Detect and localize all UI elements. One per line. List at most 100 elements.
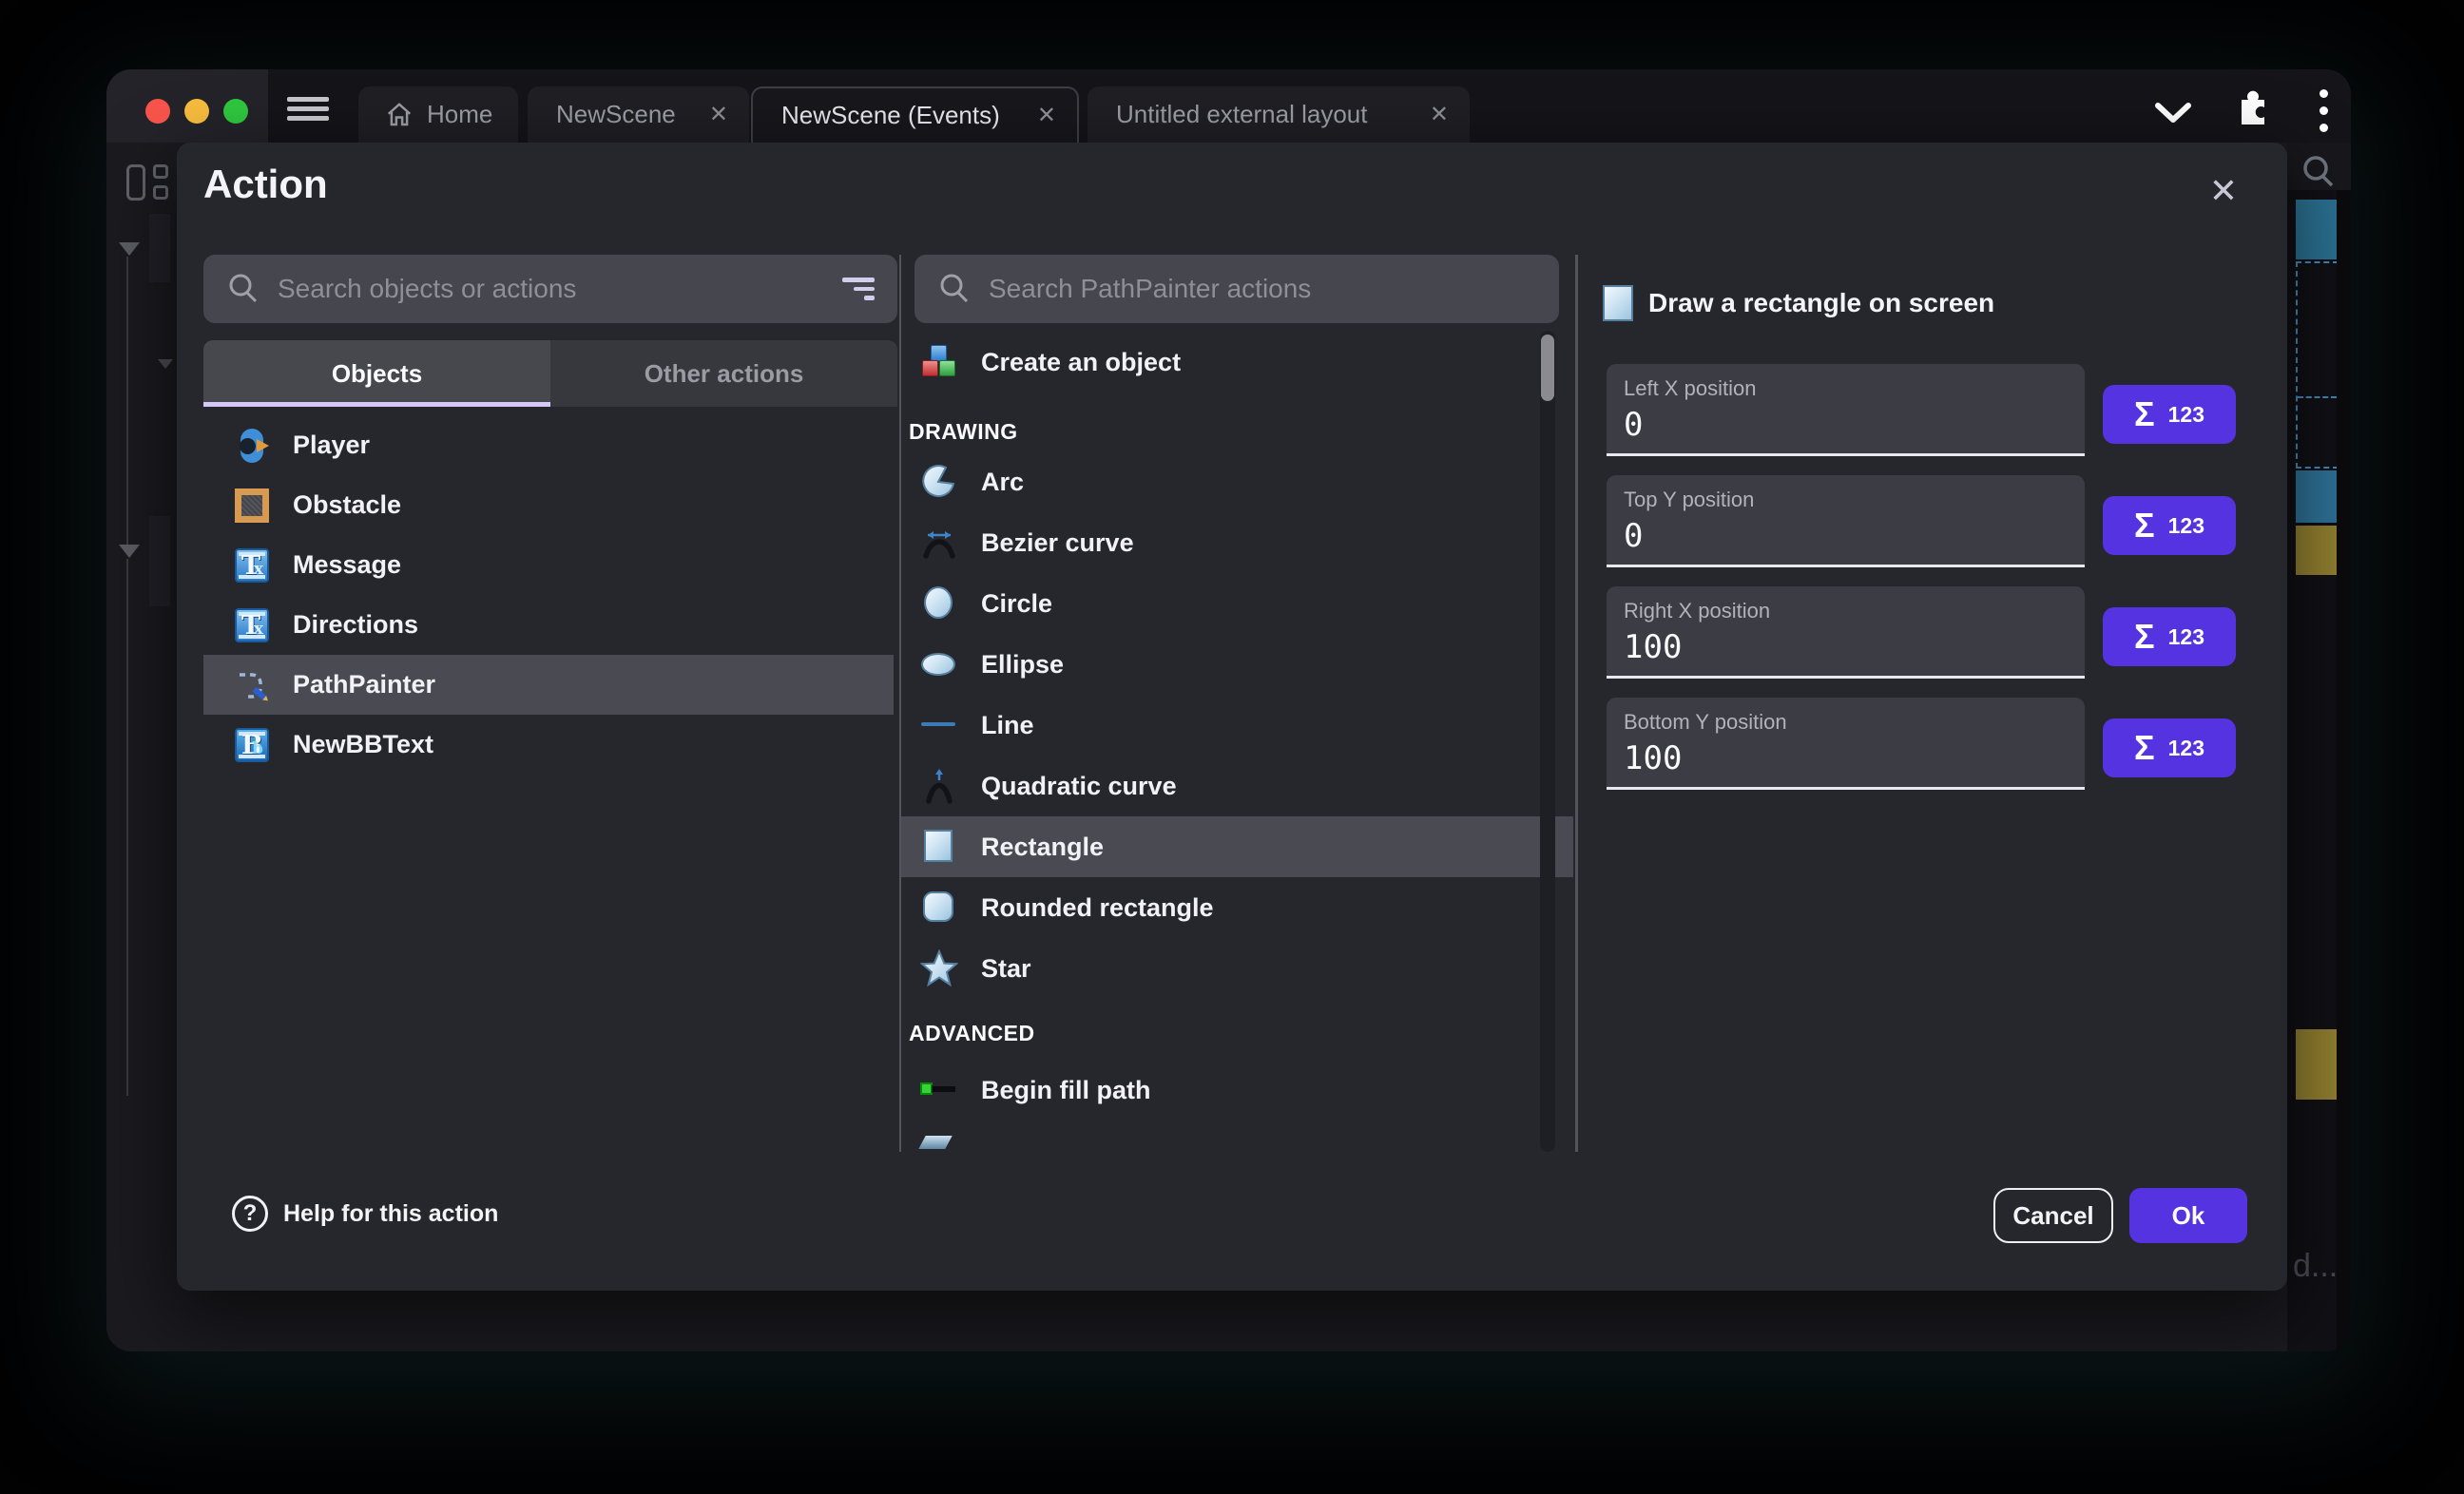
section-header-advanced: ADVANCED <box>909 1021 1035 1046</box>
tab-close-icon[interactable]: ✕ <box>709 101 728 128</box>
background-event-block <box>149 516 170 606</box>
background-event-block <box>2296 470 2337 523</box>
dialog-title: Action <box>203 162 328 207</box>
tab-untitled-external-layout[interactable]: Untitled external layout ✕ <box>1088 86 1470 143</box>
action-row-ellipse[interactable]: Ellipse <box>901 634 1573 695</box>
expander-triangle-icon[interactable] <box>119 545 140 558</box>
traffic-light-zone <box>106 69 268 143</box>
action-dialog: Action ✕ Objects Other actions Player <box>177 143 2287 1291</box>
partial-action-icon <box>920 1132 958 1152</box>
action-row-rectangle[interactable]: Rectangle <box>901 816 1573 877</box>
text-object-icon: Tx <box>234 547 270 584</box>
home-icon <box>385 101 414 129</box>
search-icon <box>937 272 972 306</box>
object-row-message[interactable]: Tx Message <box>203 535 894 595</box>
action-row-create-object[interactable]: Create an object <box>901 329 1573 395</box>
sigma-icon: Σ <box>2134 394 2155 434</box>
tab-label: NewScene (Events) <box>781 101 1000 130</box>
section-header-drawing: DRAWING <box>909 419 1018 445</box>
tab-home[interactable]: Home <box>358 86 518 143</box>
action-row-arc[interactable]: Arc <box>901 451 1573 512</box>
tab-close-icon[interactable]: ✕ <box>1430 101 1449 128</box>
action-row-begin-fill-path[interactable]: Begin fill path <box>901 1060 1573 1120</box>
expression-editor-button[interactable]: Σ 123 <box>2103 496 2236 555</box>
filter-icon[interactable] <box>840 273 875 305</box>
field-right-x-position[interactable]: Right X position 100 <box>1607 586 2085 679</box>
arc-icon <box>920 463 958 501</box>
expression-editor-button[interactable]: Σ 123 <box>2103 607 2236 666</box>
sigma-icon: Σ <box>2134 728 2155 768</box>
text-object-icon: Tx <box>234 607 270 643</box>
help-icon[interactable]: ? <box>232 1196 268 1232</box>
bbtext-object-icon: Bb <box>234 727 270 763</box>
sigma-icon: Σ <box>2134 506 2155 546</box>
tab-other-actions[interactable]: Other actions <box>550 340 897 407</box>
close-window-button[interactable] <box>145 99 170 124</box>
actions-search-box[interactable] <box>914 255 1559 323</box>
panel-divider <box>1575 255 1578 1152</box>
help-link[interactable]: Help for this action <box>283 1196 498 1232</box>
actions-scrollbar[interactable] <box>1540 331 1555 1152</box>
expander-triangle-icon[interactable] <box>119 242 140 256</box>
tree-guide-line <box>126 257 128 545</box>
action-row-rounded-rectangle[interactable]: Rounded rectangle <box>901 877 1573 938</box>
search-icon <box>226 272 260 306</box>
tab-newscene-events[interactable]: NewScene (Events) ✕ <box>751 86 1079 143</box>
tab-objects[interactable]: Objects <box>203 340 550 407</box>
star-icon <box>920 949 958 987</box>
object-row-directions[interactable]: Tx Directions <box>203 595 894 655</box>
search-events-icon[interactable] <box>2300 153 2338 196</box>
tab-newscene[interactable]: NewScene ✕ <box>528 86 749 143</box>
ellipse-icon <box>920 645 958 683</box>
rectangle-icon <box>920 828 958 866</box>
background-selection-outline <box>2296 261 2339 469</box>
scrollbar-thumb[interactable] <box>1541 335 1554 401</box>
object-row-player[interactable]: Player <box>203 415 894 475</box>
create-object-icon <box>920 343 958 381</box>
expression-editor-button[interactable]: Σ 123 <box>2103 718 2236 777</box>
main-menu-icon[interactable] <box>287 97 329 118</box>
zoom-window-button[interactable] <box>223 99 248 124</box>
object-row-obstacle[interactable]: Obstacle <box>203 475 894 535</box>
actions-search-input[interactable] <box>989 274 1536 304</box>
tab-label: Untitled external layout <box>1116 100 1367 129</box>
objects-search-input[interactable] <box>278 274 840 304</box>
background-event-block <box>149 214 170 282</box>
left-panel-tabs: Objects Other actions <box>203 340 897 407</box>
action-row-star[interactable]: Star <box>901 938 1573 999</box>
action-row-bezier-curve[interactable]: Bezier curve <box>901 512 1573 573</box>
background-event-block <box>2296 1029 2337 1100</box>
toggle-sidebar-icon[interactable] <box>126 164 178 202</box>
action-row-circle[interactable]: Circle <box>901 573 1573 634</box>
field-bottom-y-position[interactable]: Bottom Y position 100 <box>1607 698 2085 790</box>
action-row-quadratic-curve[interactable]: Quadratic curve <box>901 756 1573 816</box>
tab-close-icon[interactable]: ✕ <box>1037 102 1056 129</box>
field-top-y-position[interactable]: Top Y position 0 <box>1607 475 2085 567</box>
background-event-block <box>2296 526 2337 575</box>
objects-search-box[interactable] <box>203 255 897 323</box>
title-bar: Home NewScene ✕ NewScene (Events) ✕ Unti… <box>106 69 2351 143</box>
obstacle-object-icon <box>234 488 270 524</box>
action-row-partial[interactable] <box>901 1120 1573 1152</box>
field-left-x-position[interactable]: Left X position 0 <box>1607 364 2085 456</box>
background-truncated-text: d... <box>2293 1248 2338 1285</box>
ok-button[interactable]: Ok <box>2129 1188 2247 1243</box>
minimize-window-button[interactable] <box>184 99 209 124</box>
player-object-icon <box>234 428 270 464</box>
expression-editor-button[interactable]: Σ 123 <box>2103 385 2236 444</box>
rounded-rectangle-icon <box>920 889 958 927</box>
object-row-newbbtext[interactable]: Bb NewBBText <box>203 715 894 775</box>
tab-label: Home <box>427 100 492 129</box>
bezier-curve-icon <box>920 524 958 562</box>
dialog-close-icon[interactable]: ✕ <box>2200 167 2247 215</box>
circle-icon <box>920 584 958 622</box>
object-row-pathpainter[interactable]: PathPainter <box>203 655 894 715</box>
action-description: Draw a rectangle on screen <box>1648 285 1994 321</box>
quadratic-curve-icon <box>920 767 958 805</box>
expander-triangle-icon[interactable] <box>158 359 173 369</box>
action-row-line[interactable]: Line <box>901 695 1573 756</box>
background-left-panel <box>106 143 177 1351</box>
sigma-icon: Σ <box>2134 617 2155 657</box>
cancel-button[interactable]: Cancel <box>1993 1188 2113 1243</box>
rectangle-action-icon <box>1603 285 1633 321</box>
